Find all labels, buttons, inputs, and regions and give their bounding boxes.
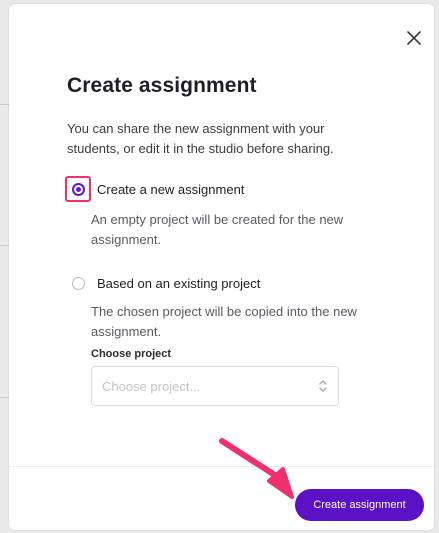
create-assignment-dialog: Create assignment You can share the new …: [9, 4, 434, 530]
dialog-description: You can share the new assignment with yo…: [67, 121, 334, 156]
option-label: Based on an existing project: [97, 275, 261, 291]
background-edge-line: [0, 245, 9, 246]
choose-project-label: Choose project: [91, 348, 172, 360]
choose-project-select[interactable]: Choose project...: [91, 366, 339, 406]
radio-create-new[interactable]: [71, 182, 85, 196]
close-button[interactable]: [402, 26, 426, 50]
option-create-new-assignment[interactable]: Create a new assignment: [65, 176, 244, 202]
close-icon: [407, 31, 421, 45]
select-placeholder: Choose project...: [102, 378, 201, 394]
dialog-title: Create assignment: [67, 74, 257, 97]
create-assignment-button[interactable]: Create assignment: [295, 489, 424, 521]
option-label: Create a new assignment: [97, 181, 245, 197]
option-help-text: The chosen project will be copied into t…: [91, 304, 357, 339]
background-edge-line: [0, 104, 9, 105]
radio-dot: [75, 186, 81, 192]
radio-highlight-box: [65, 176, 91, 202]
radio-wrap: [65, 270, 91, 296]
footer-divider: [9, 466, 434, 467]
radio-existing-project[interactable]: [71, 276, 85, 290]
background-edge-line: [0, 397, 9, 398]
option-help-text: An empty project will be created for the…: [91, 212, 344, 247]
option-based-on-existing-project[interactable]: Based on an existing project: [65, 270, 260, 296]
select-arrows-icon: [319, 380, 327, 392]
